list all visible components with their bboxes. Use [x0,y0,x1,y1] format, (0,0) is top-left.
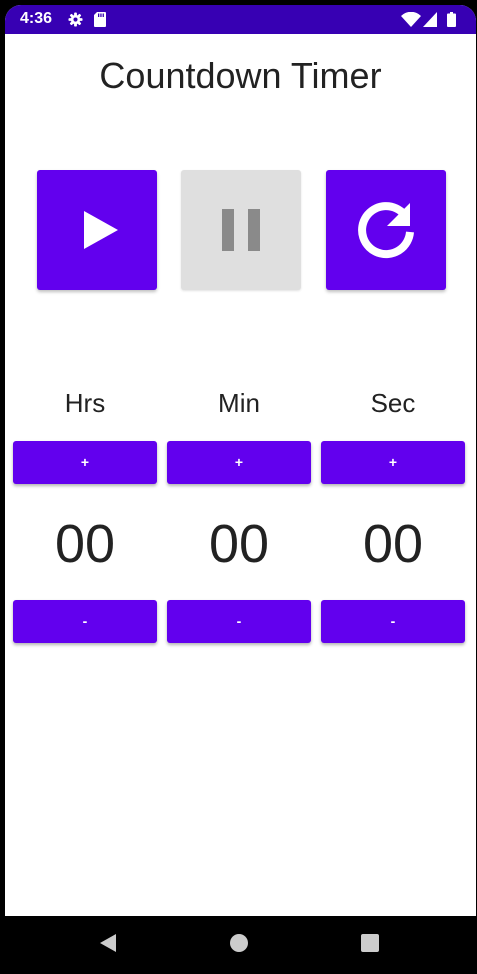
battery-icon [447,12,456,27]
seconds-value: 00 [362,514,424,574]
hours-value: 00 [54,514,116,574]
minutes-decrement-button[interactable]: - [167,600,311,643]
pause-icon [222,209,260,251]
refresh-icon [358,202,414,259]
status-time: 4:36 [20,10,53,27]
minutes-label: Min [218,388,260,418]
recents-icon[interactable] [360,933,380,953]
sd-card-icon [94,12,106,27]
hours-increment-button[interactable]: + [13,441,157,484]
gear-icon [68,12,83,27]
play-icon [84,211,118,249]
page-title: Countdown Timer [99,55,382,96]
signal-icon [423,12,437,27]
seconds-increment-button[interactable]: + [321,441,465,484]
back-icon[interactable] [98,933,118,953]
app-screen: 4:36 Countdown Timer Hrs + 00 - Min + 00… [5,5,476,916]
pause-button[interactable] [181,170,301,290]
hours-label: Hrs [64,388,106,418]
hours-decrement-button[interactable]: - [13,600,157,643]
seconds-label: Sec [370,388,416,418]
reset-button[interactable] [326,170,446,290]
status-bar: 4:36 [5,5,476,34]
seconds-decrement-button[interactable]: - [321,600,465,643]
minutes-value: 00 [208,514,270,574]
navigation-bar [0,916,477,974]
minutes-increment-button[interactable]: + [167,441,311,484]
wifi-icon [401,12,421,27]
home-icon[interactable] [229,933,249,953]
play-button[interactable] [37,170,157,290]
